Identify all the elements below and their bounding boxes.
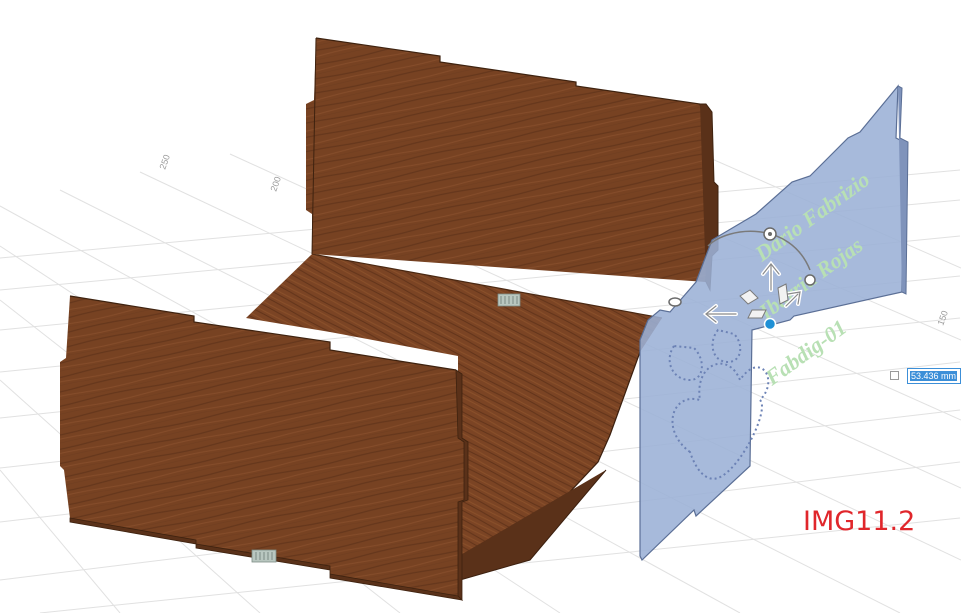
origin-point-icon[interactable] [763, 317, 777, 331]
grid-label-250: 250 [157, 153, 172, 171]
distance-input[interactable]: 53.436 mm [907, 368, 961, 384]
back-panel[interactable] [306, 37, 719, 292]
distance-value[interactable]: 53.436 mm [910, 371, 958, 381]
rotate-handle-icon[interactable] [804, 274, 816, 286]
rotate-handle-icon[interactable] [668, 297, 682, 307]
dimension-grip-icon[interactable] [890, 371, 899, 380]
grid-label-200: 200 [268, 175, 283, 193]
grid-label-150: 150 [935, 309, 950, 327]
figure-label: IMG11.2 [803, 506, 916, 537]
plane-move-handle[interactable] [777, 283, 789, 305]
canvas-viewport[interactable]: 250 200 150 Dario Fabrizio Ibarria Rojas [0, 0, 961, 613]
